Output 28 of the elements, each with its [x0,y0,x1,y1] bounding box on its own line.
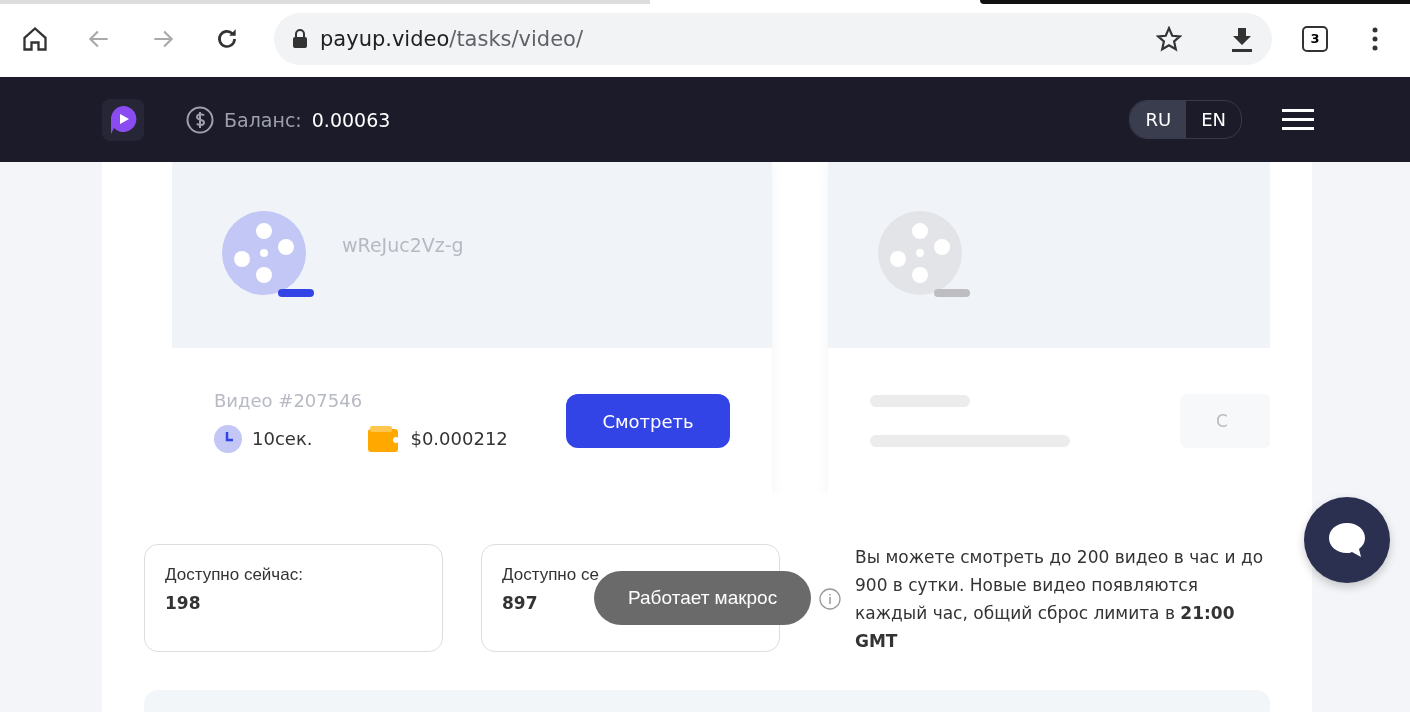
stat-label: Доступно сейчас: [165,565,303,585]
video-title: Видео #207546 [214,389,364,411]
film-reel-icon [222,211,314,299]
stat-value: 897 [502,593,538,613]
chat-icon [1327,521,1367,559]
duration: 10сек. [252,428,313,449]
chat-button[interactable] [1304,497,1390,583]
watch-button[interactable]: Смотреть [566,394,730,448]
lock-icon [292,28,308,49]
language-tab[interactable]: EN [1186,101,1241,138]
tab-count[interactable]: 3 [1302,25,1328,52]
limit-info: Вы можете смотреть до 200 видео в час и до 900 в сутки. Новые видео появляются каждый час, общий сброс лимита в 21:00 GMT [855,546,1265,653]
wallet-icon [368,425,401,452]
download-icon[interactable] [1230,25,1254,52]
menu-icon[interactable] [1282,108,1314,131]
language-tab[interactable]: RU [1130,101,1187,138]
balance-label: Баланс: [224,108,302,131]
dollar-icon [186,105,214,134]
video-id: wReJuc2Vz-g [342,234,464,256]
stat-value: 198 [165,593,201,613]
info-icon[interactable] [819,588,841,610]
reward: $0.000212 [410,428,508,449]
star-icon[interactable] [1156,25,1182,52]
logo-icon[interactable] [102,98,144,141]
film-reel-icon [878,211,970,299]
balance-value: 0.00063 [311,108,391,131]
address-bar[interactable]: payup.video/tasks/video/ [274,12,1272,65]
clock-icon [214,424,242,453]
